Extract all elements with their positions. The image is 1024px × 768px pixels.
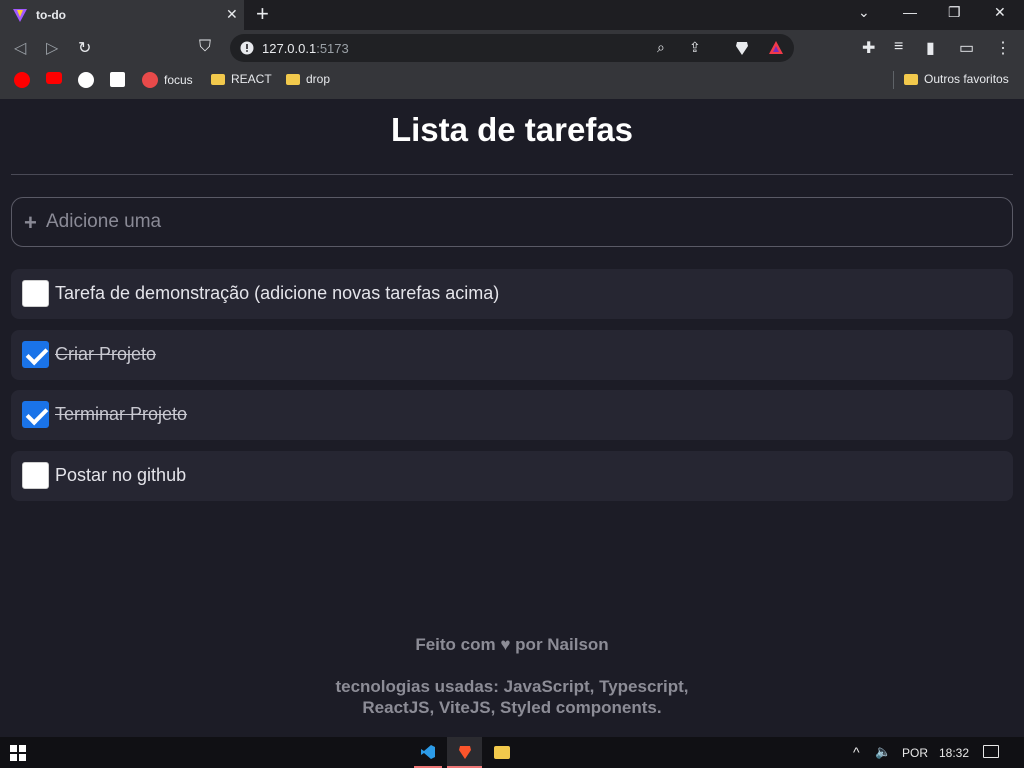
volume-icon[interactable]: 🔈 xyxy=(875,744,891,760)
tab-search-icon[interactable]: ⌄ xyxy=(858,4,870,21)
wallet-icon[interactable]: ▭ xyxy=(959,38,974,58)
task-item[interactable]: Criar Projeto xyxy=(11,330,1013,380)
bookmark-icon[interactable]: ⛉ xyxy=(199,38,211,56)
new-tab-button[interactable]: + xyxy=(256,3,269,25)
vscode-icon xyxy=(421,745,435,759)
task-checkbox[interactable] xyxy=(22,341,49,368)
bookmark-label: Outros favoritos xyxy=(924,72,1009,86)
footer-tech-line1: tecnologias usadas: JavaScript, Typescri… xyxy=(335,677,689,696)
windows-start-icon[interactable] xyxy=(10,745,26,761)
playlist-icon[interactable]: ≡ xyxy=(894,38,903,56)
restore-button[interactable]: ❐ xyxy=(948,4,961,21)
youtube-music-icon xyxy=(14,72,30,88)
task-item[interactable]: Postar no github xyxy=(11,451,1013,501)
language-indicator[interactable]: POR xyxy=(902,746,928,760)
extensions-icon[interactable]: ✚ xyxy=(862,38,875,58)
file-explorer-icon xyxy=(494,746,510,759)
task-item[interactable]: Tarefa de demonstração (adicione novas t… xyxy=(11,269,1013,319)
clock[interactable]: 18:32 xyxy=(939,746,969,760)
github-icon xyxy=(78,72,94,88)
sidebar-icon[interactable]: ▮ xyxy=(926,38,935,58)
tab-strip: to-do ✕ + ⌄ — ❐ ✕ xyxy=(0,0,1024,30)
task-label: Postar no github xyxy=(55,465,187,485)
task-label: Criar Projeto xyxy=(55,344,157,364)
notifications-icon[interactable] xyxy=(983,745,999,758)
folder-icon xyxy=(211,73,225,85)
browser-chrome: to-do ✕ + ⌄ — ❐ ✕ ◁ ▷ ↻ ⛉ 127.0.0.1:5173… xyxy=(0,0,1024,99)
site-info-icon[interactable] xyxy=(240,41,254,55)
header-divider xyxy=(11,174,1013,175)
bookmark-label: drop xyxy=(306,72,331,86)
zoom-icon[interactable]: ⌕ xyxy=(657,39,665,56)
add-task-input[interactable] xyxy=(46,210,986,234)
bookmarks-bar: focus REACT drop Outros favoritos xyxy=(0,66,1024,94)
reload-icon[interactable]: ↻ xyxy=(78,38,91,58)
footer-author: por Nailson xyxy=(515,635,609,654)
folder-icon xyxy=(286,73,300,85)
brave-rewards-icon[interactable] xyxy=(768,40,784,56)
bookmark-other-folder[interactable]: Outros favoritos xyxy=(904,72,1009,86)
tab-title: to-do xyxy=(36,8,66,22)
bookmark-github[interactable] xyxy=(78,72,94,88)
close-window-button[interactable]: ✕ xyxy=(994,4,1006,21)
task-label: Terminar Projeto xyxy=(55,404,188,424)
task-item[interactable]: Terminar Projeto xyxy=(11,390,1013,440)
notion-icon xyxy=(110,72,125,87)
folder-icon xyxy=(904,73,918,85)
add-task-field[interactable]: + xyxy=(11,197,1013,247)
bookmark-label: REACT xyxy=(231,72,272,86)
share-icon[interactable]: ⇪ xyxy=(689,39,701,56)
url-text: 127.0.0.1:5173 xyxy=(262,41,349,56)
footer-credits: Feito com ♥ por Nailson xyxy=(0,635,1024,655)
menu-icon[interactable]: ⋮ xyxy=(995,38,1011,58)
bookmark-youtube[interactable] xyxy=(46,72,62,84)
bookmark-react-folder[interactable]: REACT xyxy=(211,72,272,86)
bookmark-notion[interactable] xyxy=(110,72,125,87)
footer-made-with: Feito com xyxy=(415,635,496,654)
focus-check-icon xyxy=(142,72,158,88)
browser-toolbar: ◁ ▷ ↻ ⛉ 127.0.0.1:5173 ⌕ ⇪ ✚ ≡ ▮ ▭ ⋮ xyxy=(0,30,1024,66)
task-checkbox[interactable] xyxy=(22,280,49,307)
heart-icon: ♥ xyxy=(500,635,511,654)
address-bar[interactable]: 127.0.0.1:5173 ⌕ ⇪ xyxy=(230,34,794,62)
bookmark-divider xyxy=(893,71,894,89)
task-label: Tarefa de demonstração (adicione novas t… xyxy=(55,283,500,303)
taskbar: ^ 🔈 POR 18:32 xyxy=(0,737,1024,768)
brave-taskbar-button[interactable] xyxy=(447,737,482,768)
bookmark-drop-folder[interactable]: drop xyxy=(286,72,330,86)
brave-shield-icon[interactable] xyxy=(734,40,750,56)
vscode-taskbar-button[interactable] xyxy=(414,737,442,768)
footer-tech-line2: ReactJS, ViteJS, Styled components. xyxy=(362,698,662,717)
todo-app: Lista de tarefas + Tarefa de demonstraçã… xyxy=(0,99,1024,737)
brave-icon xyxy=(459,746,471,759)
page-title: Lista de tarefas xyxy=(390,111,634,148)
vite-icon xyxy=(13,9,27,22)
bookmark-focus[interactable]: focus xyxy=(142,72,193,88)
youtube-icon xyxy=(46,72,62,84)
chevron-up-icon[interactable]: ^ xyxy=(853,744,860,760)
browser-tab[interactable]: to-do ✕ xyxy=(0,0,244,30)
plus-icon[interactable]: + xyxy=(24,210,37,236)
close-tab-icon[interactable]: ✕ xyxy=(226,6,238,23)
back-icon[interactable]: ◁ xyxy=(14,38,26,58)
minimize-button[interactable]: — xyxy=(903,4,917,20)
forward-icon[interactable]: ▷ xyxy=(46,38,58,58)
explorer-taskbar-button[interactable] xyxy=(486,737,516,768)
task-checkbox[interactable] xyxy=(22,401,49,428)
task-checkbox[interactable] xyxy=(22,462,49,489)
bookmark-label: focus xyxy=(164,73,193,87)
bookmark-youtube-music[interactable] xyxy=(14,72,30,88)
